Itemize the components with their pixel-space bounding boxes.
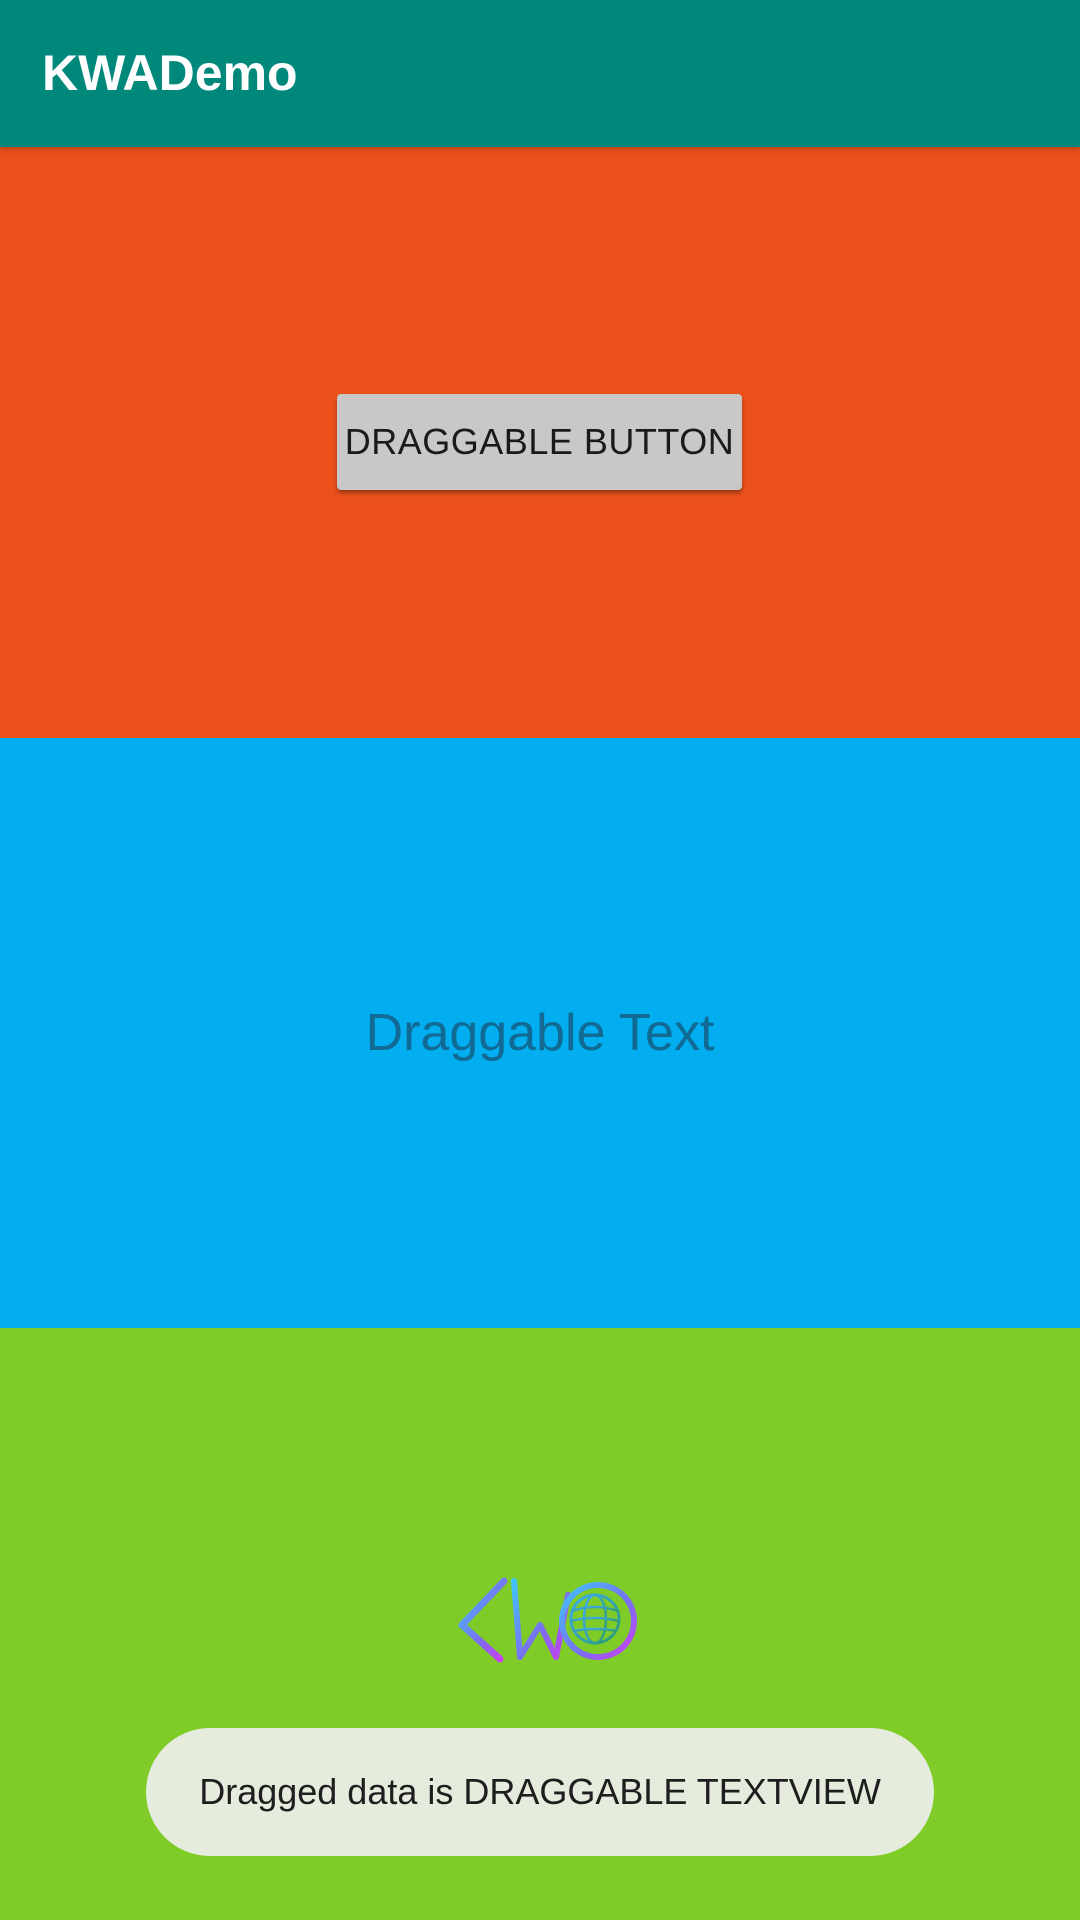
drop-zone-blue[interactable]: Draggable Text — [0, 738, 1080, 1328]
kw-globe-logo-icon — [454, 1575, 637, 1663]
drop-zone-orange[interactable]: DRAGGABLE BUTTON — [0, 147, 1080, 738]
app-bar: KWADemo — [0, 0, 1080, 147]
drop-zone-green[interactable]: Dragged data is DRAGGABLE TEXTVIEW — [0, 1328, 1080, 1920]
draggable-button[interactable]: DRAGGABLE BUTTON — [337, 394, 742, 490]
app-title: KWADemo — [42, 45, 298, 101]
toast-message: Dragged data is DRAGGABLE TEXTVIEW — [146, 1728, 934, 1856]
draggable-text[interactable]: Draggable Text — [0, 738, 1080, 1328]
